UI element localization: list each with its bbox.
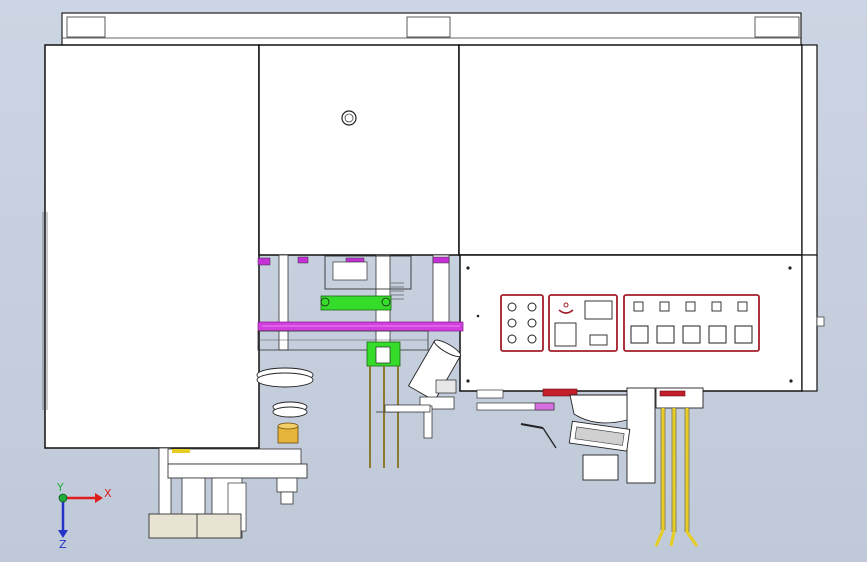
square-button[interactable] [630,325,649,344]
cad-viewport[interactable]: X Y Z [0,0,867,562]
left-cabinet [42,44,260,449]
middle-upper-cabinet [258,44,460,256]
yellow-cables [654,408,699,547]
round-button[interactable] [507,334,517,344]
indicator-light [659,301,670,312]
square-button[interactable] [682,325,701,344]
y-axis-dot [58,493,68,503]
display-small-button [589,334,608,346]
coordinate-triad: X Y Z [56,481,112,551]
round-button[interactable] [507,302,517,312]
round-button[interactable] [527,302,537,312]
cabinet-knob [341,110,357,126]
display-lower-screen [554,322,577,347]
square-button[interactable] [734,325,753,344]
indicator-light [711,301,722,312]
status-dot [476,314,480,318]
round-button[interactable] [527,334,537,344]
triad-y-label: Y [56,481,64,494]
button-module-right[interactable] [623,294,760,352]
round-button[interactable] [507,318,517,328]
right-upper-cabinet [458,44,818,256]
bottom-left-assembly [148,447,308,539]
indicator-light [633,301,644,312]
bottom-right-assembly [476,387,704,547]
display-module[interactable] [548,294,618,352]
triad-x-label: X [104,487,112,500]
indicator-light [685,301,696,312]
indicator-light [737,301,748,312]
green-bracket [320,295,392,311]
button-module-left[interactable] [500,294,544,352]
central-mechanism [256,254,464,468]
round-button[interactable] [527,318,537,328]
triad-z-label: Z [59,538,67,551]
square-button[interactable] [708,325,727,344]
display-screen [584,300,613,320]
square-button[interactable] [656,325,675,344]
magenta-belt [257,321,464,332]
top-rail [61,12,802,47]
